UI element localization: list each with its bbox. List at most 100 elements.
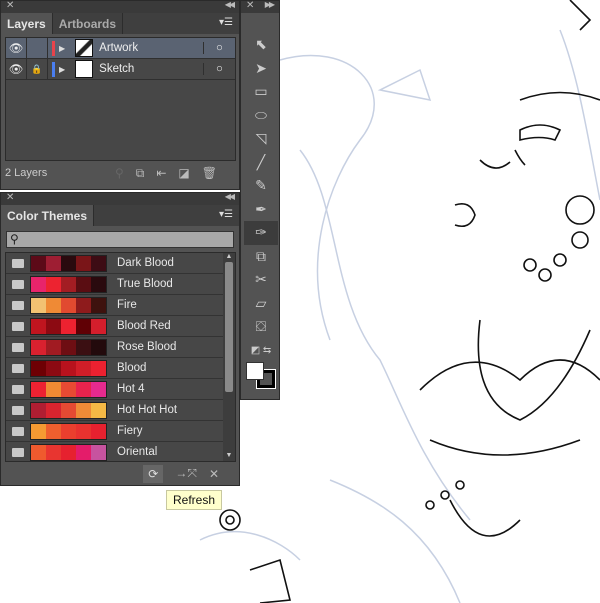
- trash-icon[interactable]: 🗑: [202, 166, 217, 180]
- theme-row[interactable]: Hot Hot Hot: [6, 400, 235, 421]
- color-swatch: [31, 339, 46, 355]
- tab-layers[interactable]: Layers: [1, 13, 53, 34]
- collapse-icon[interactable]: ◀◀: [225, 192, 235, 201]
- locate-object-icon[interactable]: ⚲: [115, 166, 124, 180]
- cancel-icon[interactable]: ✕: [209, 467, 219, 481]
- curvature-tool-icon[interactable]: ✑: [244, 221, 278, 245]
- tab-color-themes[interactable]: Color Themes: [1, 205, 95, 226]
- close-icon[interactable]: ✕: [6, 192, 14, 203]
- theme-row[interactable]: Hot 4: [6, 379, 235, 400]
- expand-arrow-icon[interactable]: ▶: [59, 44, 65, 53]
- theme-row[interactable]: Oriental: [6, 442, 235, 461]
- theme-name: Blood: [117, 362, 147, 374]
- color-swatch: [91, 297, 106, 313]
- color-swatch: [31, 297, 46, 313]
- color-swatch: [91, 318, 106, 334]
- color-swatch: [76, 360, 91, 376]
- scrollbar-thumb[interactable]: [225, 262, 233, 392]
- layer-name[interactable]: Sketch: [99, 63, 203, 75]
- theme-row[interactable]: Fire: [6, 295, 235, 316]
- color-swatch: [31, 276, 46, 292]
- layer-row-artwork[interactable]: 👁 ▶ Artwork ○: [6, 38, 235, 59]
- color-swatch: [91, 381, 106, 397]
- selection-tool-icon[interactable]: ⬉: [241, 33, 281, 57]
- rectangle-tool-icon[interactable]: ▭: [241, 80, 281, 104]
- expand-arrow-icon[interactable]: ▶: [59, 65, 65, 74]
- layer-row-sketch[interactable]: 👁 🔒 ▶ Sketch ○: [6, 59, 235, 80]
- collapse-icon[interactable]: ◀◀: [225, 0, 235, 9]
- expand-icon[interactable]: ▶▶: [265, 0, 275, 9]
- theme-row[interactable]: Rose Blood: [6, 337, 235, 358]
- theme-name: Oriental: [117, 446, 158, 458]
- eye-icon[interactable]: 👁: [6, 59, 27, 79]
- theme-swatches: [30, 443, 107, 461]
- target-circle-icon[interactable]: ○: [203, 42, 235, 54]
- eraser-tool-icon[interactable]: ▱: [241, 292, 281, 316]
- search-input[interactable]: ⚲: [6, 231, 234, 248]
- color-swatch: [76, 423, 91, 439]
- theme-name: Dark Blood: [117, 257, 174, 269]
- target-circle-icon[interactable]: ○: [203, 63, 235, 75]
- theme-swatches: [30, 422, 107, 440]
- add-to-swatches-icon[interactable]: →⤧: [175, 466, 197, 481]
- color-swatch: [46, 444, 61, 460]
- corner-tool-icon[interactable]: ◹: [241, 127, 281, 151]
- theme-name: Blood Red: [117, 320, 171, 332]
- color-swatch: [31, 444, 46, 460]
- folder-icon: [12, 321, 24, 331]
- fill-stroke-swatch[interactable]: [241, 362, 279, 396]
- close-icon[interactable]: ✕: [6, 0, 14, 11]
- eye-icon[interactable]: 👁: [6, 38, 27, 58]
- theme-row[interactable]: Fiery: [6, 421, 235, 442]
- theme-name: Fire: [117, 299, 137, 311]
- color-swatch: [46, 339, 61, 355]
- color-swatch: [76, 381, 91, 397]
- ellipse-tool-icon[interactable]: ⬭: [241, 104, 281, 128]
- transform-tool-icon[interactable]: ⧉: [241, 245, 281, 269]
- refresh-button[interactable]: ⟳: [143, 464, 164, 483]
- color-swatch: [31, 381, 46, 397]
- close-icon[interactable]: ✕: [246, 0, 254, 11]
- folder-icon: [12, 279, 24, 289]
- lock-toggle[interactable]: [27, 38, 48, 58]
- line-tool-icon[interactable]: ╱: [241, 151, 281, 175]
- scrollbar[interactable]: ▲ ▼: [223, 253, 235, 461]
- color-swatch: [76, 276, 91, 292]
- color-swatch: [61, 402, 76, 418]
- color-swatch: [31, 423, 46, 439]
- color-swatch: [61, 423, 76, 439]
- color-swatch: [76, 339, 91, 355]
- lock-icon[interactable]: 🔒: [27, 59, 48, 79]
- theme-row[interactable]: Blood Red: [6, 316, 235, 337]
- color-swatch: [61, 276, 76, 292]
- theme-swatches: [30, 380, 107, 398]
- color-swatch: [91, 402, 106, 418]
- scissors-tool-icon[interactable]: ✂: [241, 268, 281, 292]
- color-swatch: [76, 297, 91, 313]
- theme-row[interactable]: Dark Blood: [6, 253, 235, 274]
- clipping-mask-icon[interactable]: ⧉: [136, 166, 145, 181]
- layer-name[interactable]: Artwork: [99, 42, 203, 54]
- color-swatch: [61, 360, 76, 376]
- pen-tool-icon[interactable]: ✒: [241, 198, 281, 222]
- direct-selection-tool-icon[interactable]: ➤: [241, 57, 281, 81]
- symbol-sprayer-icon[interactable]: ⛋: [241, 315, 281, 339]
- pencil-tool-icon[interactable]: ✎: [241, 174, 281, 198]
- tooltip: Refresh: [166, 490, 223, 510]
- color-swatch: [46, 360, 61, 376]
- color-swatch: [91, 444, 106, 460]
- theme-row[interactable]: True Blood: [6, 274, 235, 295]
- new-layer-icon[interactable]: ◪: [178, 166, 189, 180]
- theme-row[interactable]: Blood: [6, 358, 235, 379]
- theme-swatches: [30, 338, 107, 356]
- folder-icon: [12, 426, 24, 436]
- folder-icon: [12, 258, 24, 268]
- tab-artboards[interactable]: Artboards: [53, 13, 124, 34]
- color-swatch: [61, 255, 76, 271]
- folder-icon: [12, 363, 24, 373]
- panel-menu-icon[interactable]: ▾☰: [219, 209, 233, 220]
- theme-name: Fiery: [117, 425, 143, 437]
- new-sublayer-icon[interactable]: ⇤: [156, 166, 166, 180]
- panel-menu-icon[interactable]: ▾☰: [219, 17, 233, 28]
- swap-colors-icon[interactable]: ◩ ⇆: [241, 339, 281, 363]
